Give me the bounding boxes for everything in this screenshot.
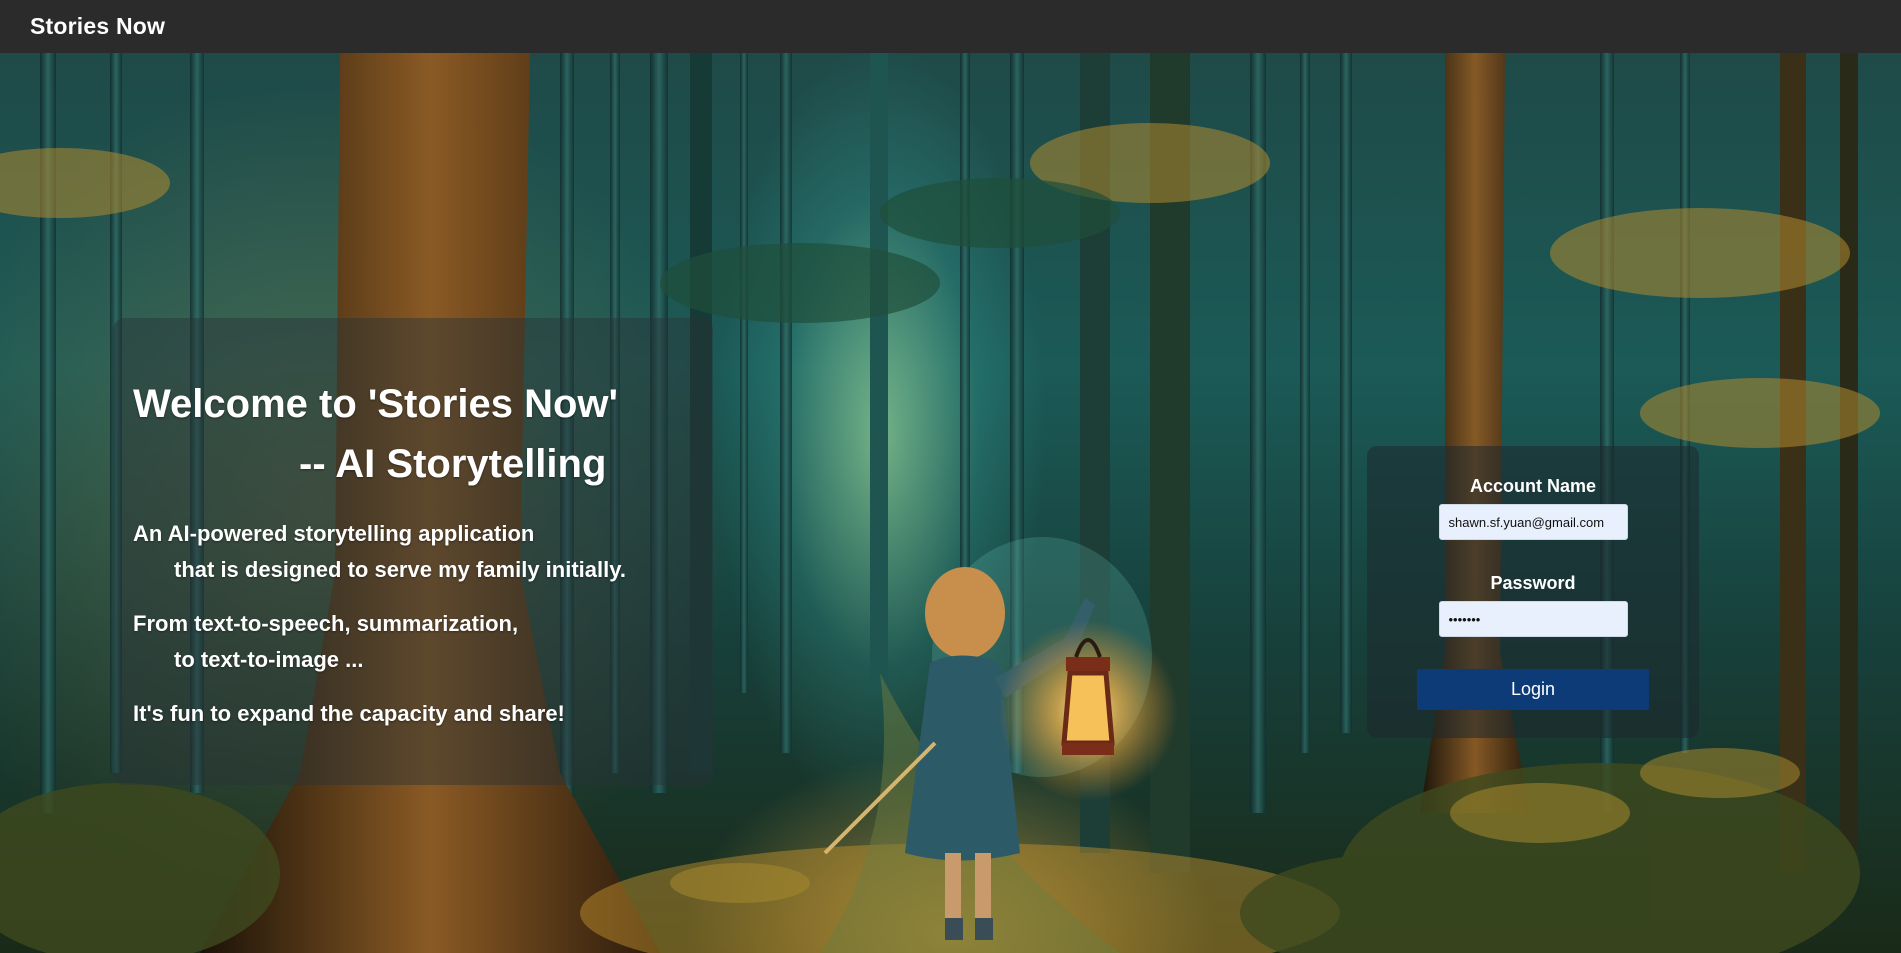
account-name-input[interactable] xyxy=(1438,504,1628,540)
password-label: Password xyxy=(1490,573,1576,593)
intro-panel: Welcome to 'Stories Now' -- AI Storytell… xyxy=(113,318,713,785)
intro-p2-line1: From text-to-speech, summarization, xyxy=(133,611,519,636)
intro-paragraph-2: From text-to-speech, summarization, to t… xyxy=(133,606,713,678)
welcome-heading: Welcome to 'Stories Now' -- AI Storytell… xyxy=(133,374,713,494)
welcome-title-line1: Welcome to 'Stories Now' xyxy=(133,382,619,426)
password-input[interactable] xyxy=(1438,601,1628,637)
account-name-label: Account Name xyxy=(1469,476,1597,496)
intro-p1-line2: that is designed to serve my family init… xyxy=(174,557,626,582)
login-form: Account Name Password Login xyxy=(1367,446,1699,738)
intro-p1-line1: An AI-powered storytelling application xyxy=(133,521,535,546)
intro-p2-line2: to text-to-image ... xyxy=(174,647,364,672)
intro-paragraph-1: An AI-powered storytelling application t… xyxy=(133,516,713,588)
top-navbar: Stories Now xyxy=(0,0,1901,53)
login-button[interactable]: Login xyxy=(1417,669,1649,710)
app-brand[interactable]: Stories Now xyxy=(30,13,165,40)
intro-paragraph-3: It's fun to expand the capacity and shar… xyxy=(133,701,565,726)
welcome-title-line2: -- AI Storytelling xyxy=(299,442,607,486)
